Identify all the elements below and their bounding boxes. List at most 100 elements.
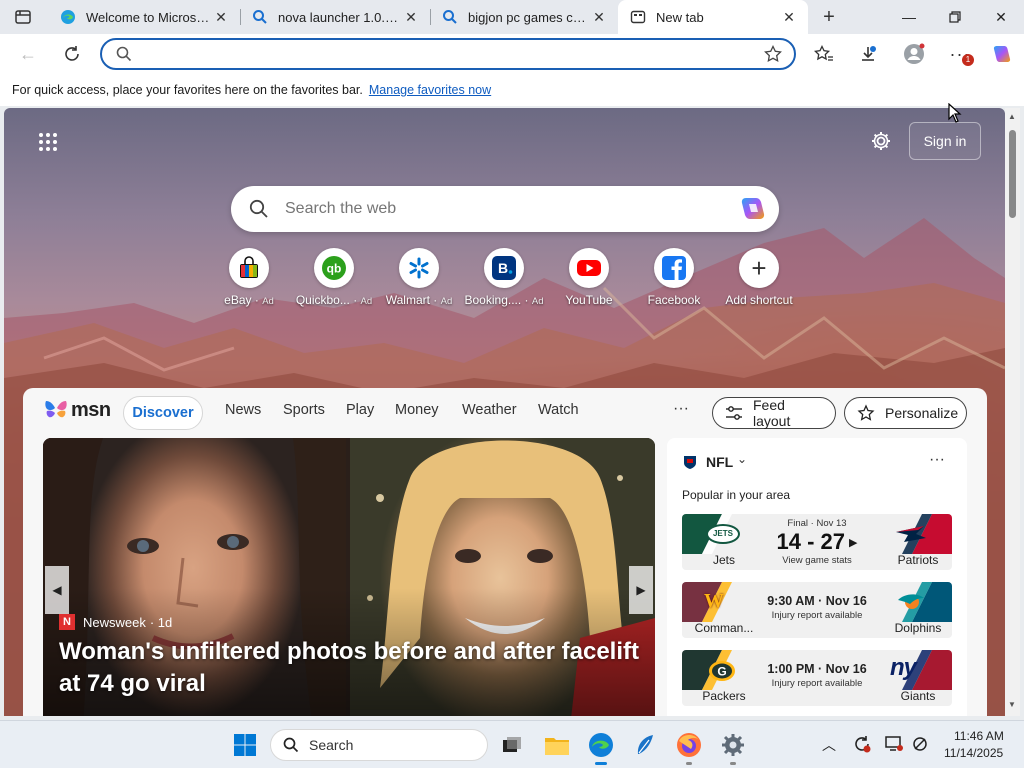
favorites-bar-message: For quick access, place your favorites h…: [12, 83, 363, 97]
new-tab-plus-icon[interactable]: +: [818, 6, 840, 28]
tab-weather[interactable]: Weather: [462, 402, 517, 418]
page-scrollbar[interactable]: ▲ ▼: [1005, 108, 1020, 716]
close-window-icon[interactable]: ✕: [978, 0, 1024, 34]
tab-welcome[interactable]: Welcome to Microsoft Edge ✕: [48, 0, 240, 34]
tab-actions-icon[interactable]: [14, 8, 32, 26]
more-nav-icon[interactable]: ···: [673, 400, 689, 418]
scroll-up-icon[interactable]: ▲: [1008, 112, 1016, 121]
game-time: 9:30 AM · Nov 16: [767, 594, 867, 608]
scrollbar-thumb[interactable]: [1009, 130, 1016, 218]
tab-title: New tab: [656, 9, 704, 25]
back-arrow-icon[interactable]: ←: [12, 38, 44, 70]
shortcut-facebook[interactable]: Facebook: [631, 248, 717, 307]
shortcut-quickbooks[interactable]: qb Quickbo... · Ad: [291, 248, 377, 307]
sync-icon[interactable]: [852, 734, 872, 757]
chevron-up-icon[interactable]: ︿: [822, 735, 836, 755]
hero-headline[interactable]: Woman's unfiltered photos before and aft…: [59, 636, 639, 700]
copilot-icon[interactable]: [986, 38, 1018, 70]
toolbar: ← ··· 1: [0, 34, 1024, 74]
apps-grid-icon[interactable]: [38, 132, 58, 155]
favorite-star-icon[interactable]: [764, 44, 782, 66]
feather-app-icon[interactable]: [629, 729, 661, 761]
downloads-icon[interactable]: [852, 38, 884, 70]
hero-news-card[interactable]: ◀ ▶ N Newsweek · 1d Woman's unfiltered p…: [43, 438, 655, 716]
chevron-down-icon[interactable]: ⌄: [737, 452, 747, 466]
booking-icon: B: [484, 248, 524, 288]
tab-sports[interactable]: Sports: [283, 402, 325, 418]
commanders-logo-icon: W: [704, 590, 724, 612]
game-substatus[interactable]: Injury report available: [752, 678, 882, 689]
team-left: Packers: [702, 689, 746, 703]
scroll-down-icon[interactable]: ▼: [1008, 700, 1016, 709]
display-icon[interactable]: [884, 734, 904, 757]
packers-logo-icon: G: [708, 660, 736, 685]
copilot-icon[interactable]: [739, 196, 767, 225]
card-more-icon[interactable]: ···: [929, 451, 945, 469]
address-input[interactable]: [140, 43, 740, 65]
clock-time[interactable]: 11:46 AM: [954, 729, 1004, 743]
shortcut-ebay[interactable]: eBay · Ad: [206, 248, 292, 307]
minimize-icon[interactable]: —: [886, 0, 932, 34]
msn-butterfly-icon: [43, 398, 69, 425]
shortcut-youtube[interactable]: YouTube: [546, 248, 632, 307]
feed-layout-button[interactable]: Feed layout: [712, 397, 836, 429]
tab-money[interactable]: Money: [395, 402, 439, 418]
sign-in-button[interactable]: Sign in: [909, 122, 981, 160]
tab-new-tab[interactable]: New tab ✕: [618, 0, 808, 34]
refresh-icon[interactable]: [56, 38, 88, 70]
game-row[interactable]: W Comman... Dolphins 9:30 AM · Nov 16 In…: [682, 582, 952, 638]
network-speaker-icon[interactable]: [910, 734, 930, 757]
taskbar: Search ︿ 11:46 AM 11/14/2025: [0, 720, 1024, 768]
shortcut-label: Facebook: [647, 293, 701, 307]
tab-play[interactable]: Play: [346, 402, 374, 418]
favorites-bar: For quick access, place your favorites h…: [0, 74, 1024, 106]
firefox-icon[interactable]: [673, 729, 705, 765]
carousel-prev-icon[interactable]: ◀: [45, 566, 69, 614]
shortcut-label: Add shortcut: [725, 293, 793, 307]
tab-nova-launcher[interactable]: nova launcher 1.0.1 apk ✕: [240, 0, 430, 34]
page-settings-gear-icon[interactable]: [870, 130, 892, 155]
address-bar[interactable]: [100, 38, 796, 70]
game-status: Final · Nov 13: [787, 518, 847, 529]
patriots-logo-icon: [894, 524, 928, 544]
tab-discover[interactable]: Discover: [123, 396, 203, 430]
tab-watch[interactable]: Watch: [538, 402, 579, 418]
shortcut-walmart[interactable]: Walmart · Ad: [376, 248, 462, 307]
game-row[interactable]: G ny Packers Giants 1:00 PM · Nov 16 Inj…: [682, 650, 952, 706]
sparkle-star-icon: [857, 404, 875, 422]
add-shortcut-button[interactable]: + Add shortcut: [716, 248, 802, 307]
msn-logo[interactable]: msn: [71, 399, 111, 422]
game-time: 1:00 PM · Nov 16: [767, 662, 867, 676]
game-substatus[interactable]: Injury report available: [752, 610, 882, 621]
edge-taskbar-icon[interactable]: [585, 729, 617, 765]
tab-bigjon-games[interactable]: bigjon pc games collection ✕: [430, 0, 618, 34]
taskbar-search[interactable]: Search: [270, 729, 488, 761]
clock-date[interactable]: 11/14/2025: [944, 746, 1003, 760]
profile-avatar-icon[interactable]: [898, 38, 930, 70]
close-tab-icon[interactable]: ✕: [402, 9, 420, 26]
youtube-icon: [569, 248, 609, 288]
shortcut-booking[interactable]: B Booking.... · Ad: [461, 248, 547, 307]
newtab-icon: [630, 9, 646, 25]
shortcut-label: eBay: [224, 293, 252, 307]
carousel-next-icon[interactable]: ▶: [629, 566, 653, 614]
game-row[interactable]: JETS Jets Patriots Final · Nov 13 14 - 2…: [682, 514, 952, 570]
personalize-button[interactable]: Personalize: [844, 397, 967, 429]
web-search-box[interactable]: [231, 186, 779, 232]
tab-news[interactable]: News: [225, 402, 261, 418]
close-tab-icon[interactable]: ✕: [212, 9, 230, 26]
task-view-icon[interactable]: [496, 729, 528, 761]
settings-gear-icon[interactable]: [717, 729, 749, 765]
game-substatus[interactable]: View game stats: [752, 555, 882, 566]
restore-icon[interactable]: [932, 0, 978, 34]
windows-start-icon[interactable]: [229, 729, 261, 761]
nfl-title[interactable]: NFL: [706, 454, 733, 470]
close-tab-icon[interactable]: ✕: [780, 9, 798, 26]
manage-favorites-link[interactable]: Manage favorites now: [369, 83, 491, 97]
close-tab-icon[interactable]: ✕: [590, 9, 608, 26]
source-name: Newsweek: [83, 614, 146, 630]
mouse-cursor-icon: [948, 103, 962, 123]
web-search-input[interactable]: [285, 198, 705, 220]
file-explorer-icon[interactable]: [541, 729, 573, 761]
favorites-icon[interactable]: [808, 38, 840, 70]
